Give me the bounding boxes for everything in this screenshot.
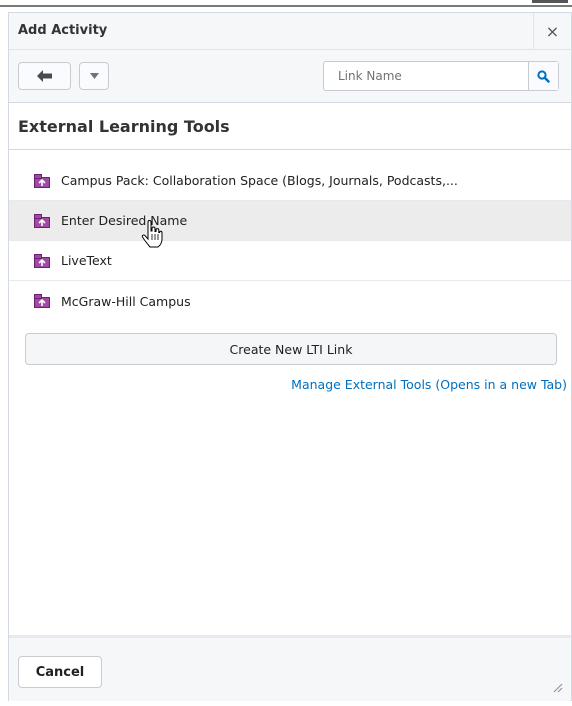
- manage-external-tools-link[interactable]: Manage External Tools (Opens in a new Ta…: [291, 377, 567, 392]
- dialog-titlebar: Add Activity ×: [9, 13, 571, 50]
- search-icon: [537, 69, 550, 83]
- dialog-toolbar: [9, 50, 571, 103]
- resize-handle-icon[interactable]: [551, 681, 563, 693]
- tool-item-mcgraw-hill-campus[interactable]: McGraw-Hill Campus: [9, 281, 571, 321]
- dialog-title: Add Activity: [18, 23, 108, 38]
- tool-item-label: Enter Desired Name: [61, 213, 188, 228]
- lti-tool-icon: [34, 294, 50, 308]
- tool-item-label: LiveText: [61, 253, 112, 268]
- search-input[interactable]: [324, 62, 529, 90]
- background-divider: [0, 5, 572, 7]
- search-button[interactable]: [528, 62, 558, 90]
- add-activity-dialog: Add Activity × External Learning T: [8, 12, 572, 701]
- close-icon: ×: [545, 22, 560, 41]
- back-button[interactable]: [18, 62, 71, 90]
- more-options-button[interactable]: [79, 62, 109, 90]
- lti-tool-icon: [34, 173, 50, 188]
- close-button[interactable]: ×: [533, 13, 571, 50]
- section-divider: [9, 149, 571, 150]
- create-new-lti-link-button[interactable]: Create New LTI Link: [25, 333, 557, 365]
- lti-tool-icon: [34, 253, 50, 268]
- tool-list: Campus Pack: Collaboration Space (Blogs,…: [9, 161, 571, 321]
- tool-item-label: McGraw-Hill Campus: [61, 293, 191, 309]
- tool-item-campus-pack[interactable]: Campus Pack: Collaboration Space (Blogs,…: [9, 161, 571, 201]
- cancel-button[interactable]: Cancel: [18, 656, 102, 688]
- tool-item-livetext[interactable]: LiveText: [9, 241, 571, 281]
- background-window-edge: [0, 0, 572, 8]
- tool-item-enter-desired-name[interactable]: Enter Desired Name: [9, 201, 571, 241]
- tool-item-label: Campus Pack: Collaboration Space (Blogs,…: [61, 173, 458, 188]
- search-box: [323, 61, 559, 91]
- dialog-footer: Cancel: [9, 635, 571, 701]
- background-fragment: [532, 0, 568, 3]
- lti-tool-icon: [34, 213, 50, 228]
- arrow-left-icon: [36, 70, 52, 82]
- section-heading: External Learning Tools: [18, 117, 230, 136]
- chevron-down-icon: [89, 73, 99, 79]
